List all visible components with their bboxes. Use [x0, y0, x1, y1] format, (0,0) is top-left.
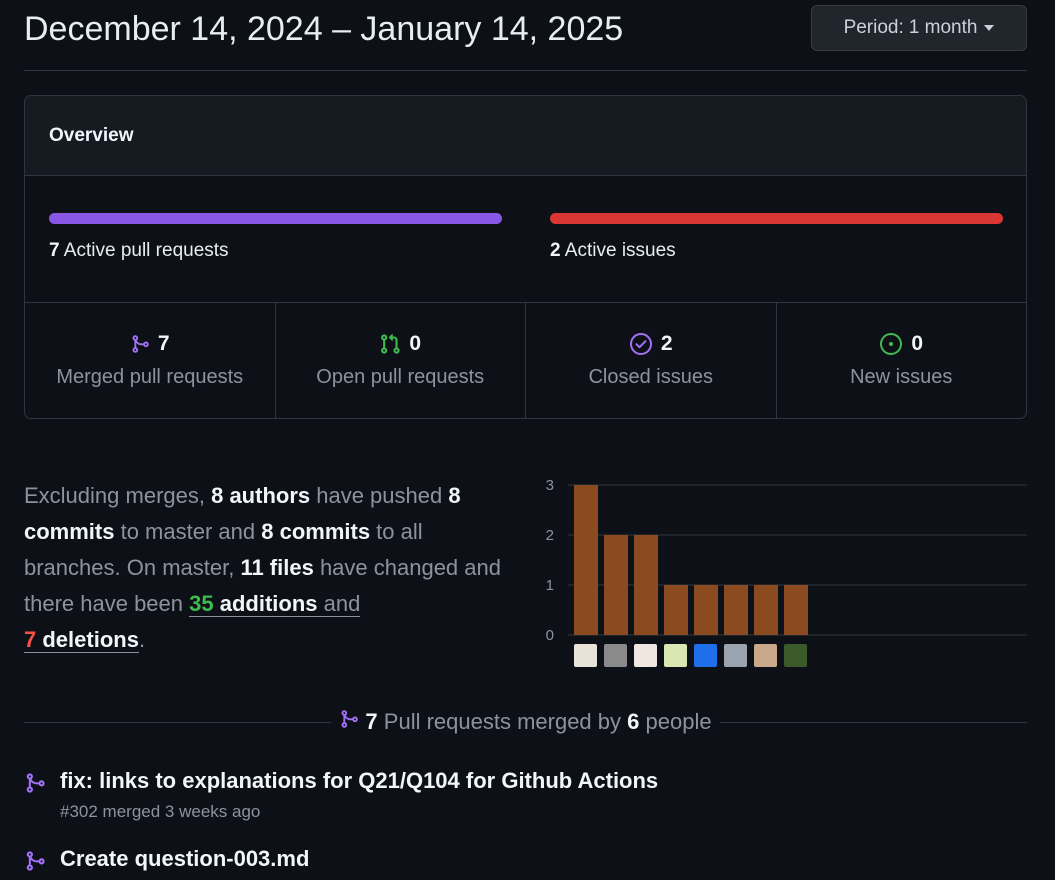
stat-open-label: Open pull requests	[316, 366, 485, 388]
pr-meta: #302 merged 3 weeks ago	[60, 802, 261, 821]
stat-new-value: 0	[911, 332, 924, 355]
additions-label: additions	[213, 591, 318, 616]
stat-open-prs[interactable]: 0 Open pull requests	[276, 303, 526, 418]
active-issues-link[interactable]: 2 Active issues	[550, 240, 676, 262]
deletions-count: 7	[24, 627, 37, 652]
commits-by-author-chart: 0 1 2 3	[540, 470, 1030, 670]
files-changed: 11 files	[240, 555, 314, 580]
merged-text: Pull requests merged by	[377, 709, 628, 734]
y-tick-label: 3	[546, 477, 554, 494]
git-pull-request-icon	[379, 333, 401, 355]
overview-panel: Overview 7 Active pull requests 2 Active…	[24, 95, 1027, 419]
active-issues-bar	[550, 213, 1003, 224]
active-issues-count: 2	[550, 240, 561, 261]
overview-title: Overview	[25, 96, 1026, 176]
authors-count: 8 authors	[211, 483, 311, 508]
commits-all: 8 commits	[261, 519, 371, 544]
chart-bar[interactable]	[784, 585, 808, 635]
commit-summary: Excluding merges, 8 authors have pushed …	[24, 478, 514, 658]
summary-text: to master and	[114, 519, 262, 544]
deletions-link[interactable]: 7 deletions	[24, 627, 139, 653]
stat-merged-label: Merged pull requests	[56, 366, 244, 388]
active-prs-count: 7	[49, 240, 60, 261]
active-prs-link[interactable]: 7 Active pull requests	[49, 240, 229, 262]
summary-text: have pushed	[310, 483, 449, 508]
chart-bar[interactable]	[724, 585, 748, 635]
stat-merged-prs[interactable]: 7 Merged pull requests	[25, 303, 276, 418]
overview-stats: 7 Merged pull requests 0 Open pull reque…	[25, 303, 1026, 418]
period-value: 1 month	[908, 17, 978, 38]
merged-text-2: people	[639, 709, 712, 734]
additions-link[interactable]: 35 additions	[189, 591, 318, 617]
author-avatar[interactable]	[724, 644, 747, 667]
header: December 14, 2024 – January 14, 2025 Per…	[24, 0, 1027, 71]
issue-opened-icon	[879, 332, 903, 356]
git-merge-icon	[339, 708, 359, 736]
active-prs-bar	[49, 213, 502, 224]
stat-new-issues[interactable]: 0 New issues	[777, 303, 1027, 418]
stat-open-value: 0	[409, 332, 422, 355]
list-item: Create question-003.md	[24, 846, 1027, 880]
author-avatar[interactable]	[754, 644, 777, 667]
active-prs-label: Active pull requests	[59, 240, 229, 261]
stat-closed-issues[interactable]: 2 Closed issues	[526, 303, 777, 418]
chart-bar[interactable]	[574, 485, 598, 635]
git-merge-icon	[24, 849, 46, 878]
stat-closed-label: Closed issues	[588, 366, 713, 388]
merged-prs-heading: 7 Pull requests merged by 6 people	[331, 708, 719, 736]
git-merge-icon	[130, 333, 150, 355]
active-issues-label: Active issues	[560, 240, 676, 261]
overview-bars: 7 Active pull requests 2 Active issues	[25, 176, 1026, 303]
stat-merged-value: 7	[157, 332, 170, 355]
merged-prs-divider: 7 Pull requests merged by 6 people	[24, 704, 1027, 740]
bar-chart: 0 1 2 3	[546, 477, 1027, 644]
git-merge-icon	[24, 771, 46, 800]
pr-title-link[interactable]: Create question-003.md	[60, 846, 309, 872]
deletions-label: deletions	[36, 627, 139, 652]
summary-text: .	[138, 627, 146, 652]
issue-closed-icon	[629, 332, 653, 356]
merged-count: 7	[365, 709, 378, 734]
period-label: Period:	[843, 17, 904, 38]
chart-bar[interactable]	[754, 585, 778, 635]
period-dropdown-button[interactable]: Period: 1 month	[811, 5, 1027, 51]
people-count: 6	[627, 709, 640, 734]
y-tick-label: 0	[546, 627, 554, 644]
summary-text: and	[317, 591, 361, 617]
divider-line	[24, 721, 332, 723]
divider-line	[719, 721, 1027, 723]
chart-bar[interactable]	[664, 585, 688, 635]
additions-count: 35	[189, 591, 214, 616]
author-avatar[interactable]	[604, 644, 627, 667]
list-item: fix: links to explanations for Q21/Q104 …	[24, 768, 1027, 828]
y-tick-label: 2	[546, 527, 554, 544]
pr-title-link[interactable]: fix: links to explanations for Q21/Q104 …	[60, 768, 658, 794]
summary-text: Excluding merges,	[24, 483, 212, 508]
chart-bar[interactable]	[604, 535, 628, 635]
chart-bar[interactable]	[634, 535, 658, 635]
author-avatar[interactable]	[694, 644, 717, 667]
author-avatar[interactable]	[664, 644, 687, 667]
author-avatar[interactable]	[574, 644, 597, 667]
author-avatar[interactable]	[634, 644, 657, 667]
stat-closed-value: 2	[660, 332, 673, 355]
chart-bar[interactable]	[694, 585, 718, 635]
page-title: December 14, 2024 – January 14, 2025	[24, 10, 624, 48]
author-avatar[interactable]	[784, 644, 807, 667]
y-tick-label: 1	[546, 577, 554, 594]
stat-new-label: New issues	[850, 366, 953, 388]
caret-down-icon	[984, 25, 995, 31]
